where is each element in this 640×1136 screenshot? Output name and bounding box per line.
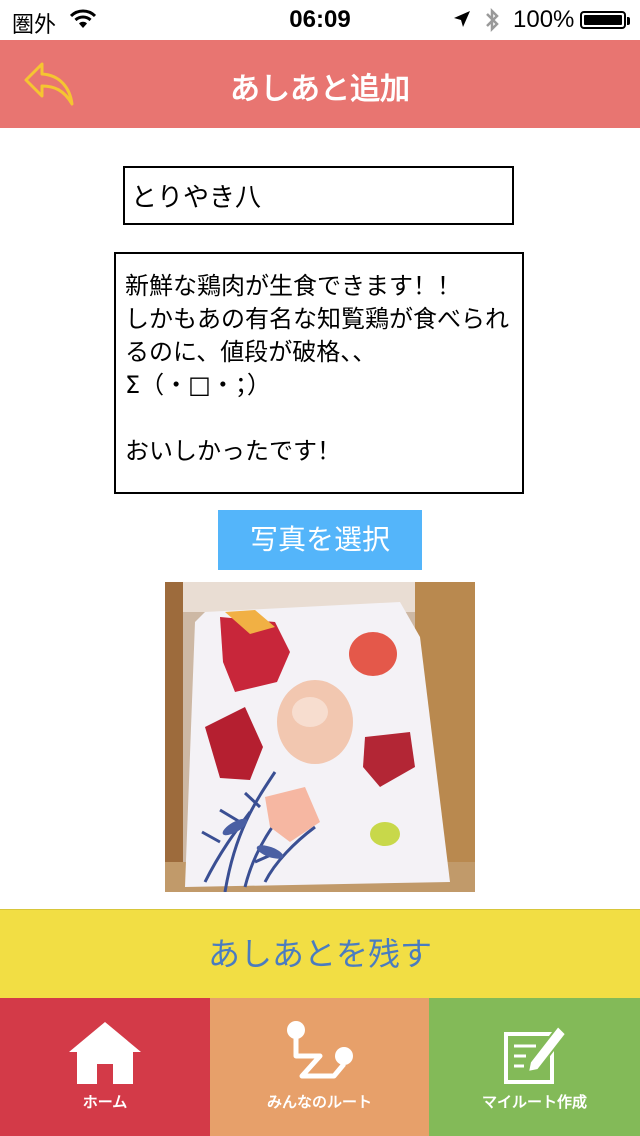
tab-create-route-label: マイルート作成 xyxy=(481,1093,587,1111)
tab-routes-label: みんなのルート xyxy=(266,1093,372,1111)
battery-icon xyxy=(580,11,630,29)
submit-footprint-button[interactable]: あしあとを残す xyxy=(0,909,640,998)
photo-preview xyxy=(165,582,475,892)
bluetooth-icon xyxy=(484,6,500,39)
tab-home-label: ホーム xyxy=(82,1093,128,1111)
tab-routes[interactable]: みんなのルート xyxy=(210,998,429,1136)
tab-home[interactable]: ホーム xyxy=(0,998,210,1136)
pencil-note-icon xyxy=(500,1020,570,1090)
tab-bar: ホーム みんなのルート マイルート作成 xyxy=(0,998,640,1136)
select-photo-button[interactable]: 写真を選択 xyxy=(218,510,422,570)
nav-bar: あしあと追加 xyxy=(0,40,640,128)
tab-create-route[interactable]: マイルート作成 xyxy=(429,998,640,1136)
route-icon xyxy=(280,1020,360,1090)
home-icon xyxy=(67,1020,143,1090)
status-bar: 圏外 06:09 100% xyxy=(0,0,640,40)
location-arrow-icon xyxy=(452,9,472,34)
comment-textarea[interactable]: 新鮮な鶏肉が生食できます！！ しかもあの有名な知覧鶏が食べられるのに、値段が破格… xyxy=(114,252,524,494)
battery-percent: 100% xyxy=(513,6,575,33)
place-name-input[interactable] xyxy=(123,166,514,225)
page-title: あしあと追加 xyxy=(230,72,410,107)
